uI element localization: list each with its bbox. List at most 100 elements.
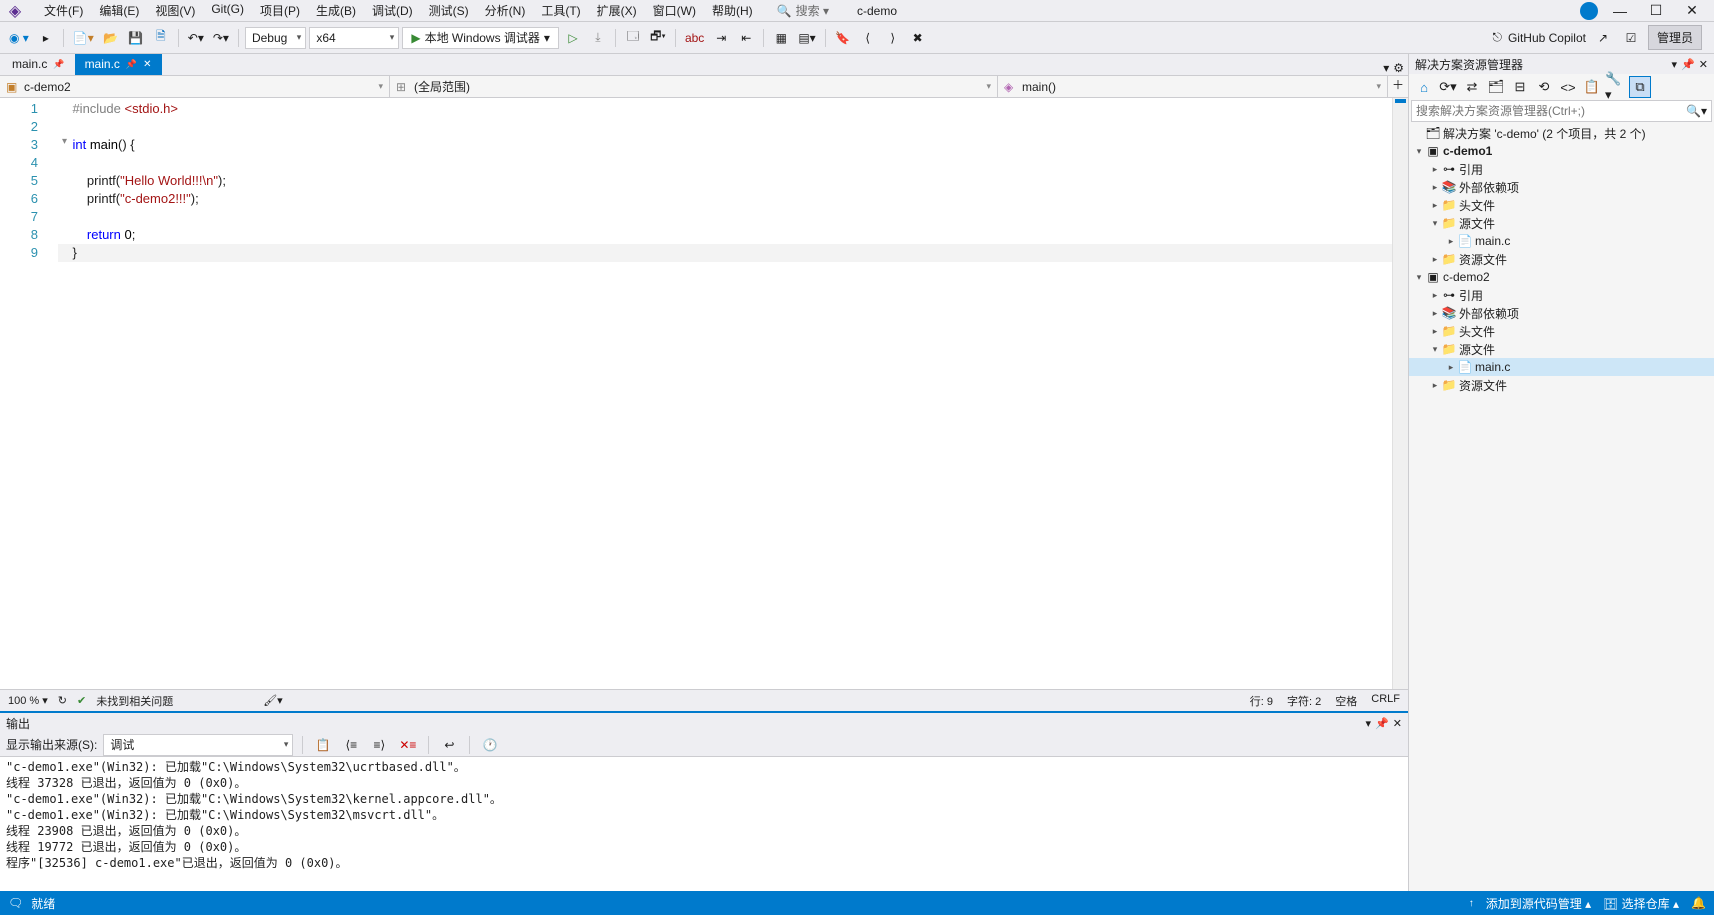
editor-tab[interactable]: main.c📌 — [2, 54, 75, 75]
output-content[interactable]: "c-demo1.exe"(Win32): 已加载"C:\Windows\Sys… — [0, 757, 1408, 891]
sidebar-menu-icon[interactable]: ▾ — [1672, 58, 1678, 71]
nav-plus-icon[interactable]: ＋ — [1388, 76, 1408, 97]
output-find-icon[interactable]: 📋 — [312, 734, 334, 756]
refresh-icon[interactable]: ↻ — [58, 694, 67, 707]
props-tree-icon[interactable]: 📋 — [1581, 76, 1603, 98]
menu-item[interactable]: 项目(P) — [252, 0, 308, 21]
save-button[interactable]: 💾 — [125, 27, 147, 49]
editor-tab[interactable]: main.c📌✕ — [75, 54, 162, 75]
menu-item[interactable]: 编辑(E) — [91, 0, 147, 21]
show-all-icon[interactable]: 🗂 — [1485, 76, 1507, 98]
output-clear-icon[interactable]: ✕≡ — [396, 734, 419, 756]
sidebar-pin-icon[interactable]: 📌 — [1681, 58, 1695, 71]
add-scm-button[interactable]: 添加到源代码管理 ▴ — [1486, 895, 1591, 912]
menu-item[interactable]: Git(G) — [203, 0, 252, 21]
col-indicator[interactable]: 字符: 2 — [1287, 693, 1321, 709]
sync-icon[interactable]: ⟳▾ — [1437, 76, 1459, 98]
notifications-icon[interactable]: 🔔 — [1691, 896, 1706, 910]
close-tab-icon[interactable]: ✕ — [143, 59, 151, 70]
select-repo-button[interactable]: 🗄 选择仓库 ▴ — [1603, 895, 1679, 912]
menu-item[interactable]: 扩展(X) — [589, 0, 645, 21]
output-next-icon[interactable]: ≡⟩ — [368, 734, 390, 756]
tree-row[interactable]: ▸📚外部依赖项 — [1409, 304, 1714, 322]
comment-button[interactable]: abc — [682, 27, 707, 49]
code-editor[interactable]: 123456789 ▾ #include <stdio.h> int main(… — [0, 98, 1408, 689]
props-icon[interactable]: ▤▾ — [795, 27, 818, 49]
copilot-label[interactable]: GitHub Copilot — [1508, 31, 1586, 45]
output-wrap-icon[interactable]: ↩ — [438, 734, 460, 756]
preview-icon[interactable]: ⧉ — [1629, 76, 1651, 98]
menu-item[interactable]: 工具(T) — [533, 0, 588, 21]
fold-icon[interactable]: ▾ — [62, 136, 67, 147]
eol-indicator[interactable]: CRLF — [1371, 693, 1400, 709]
sidebar-search[interactable]: 🔍▾ — [1411, 100, 1712, 122]
pin-icon[interactable]: 📌 — [1375, 717, 1389, 730]
avatar-icon[interactable] — [1580, 2, 1598, 20]
bookmark-icon[interactable]: 🔖 — [832, 27, 854, 49]
step-into-button[interactable]: ⤓ — [587, 27, 609, 49]
start-nodbg-button[interactable]: ▷ — [562, 27, 584, 49]
tree-row[interactable]: ▸⊶引用 — [1409, 286, 1714, 304]
issues-label[interactable]: 未找到相关问题 — [96, 693, 173, 709]
tree-row[interactable]: ▾📁源文件 — [1409, 214, 1714, 232]
nav-member-combo[interactable]: ◈ main() — [998, 76, 1388, 97]
menu-item[interactable]: 测试(S) — [421, 0, 477, 21]
feedback-icon[interactable]: ☑ — [1620, 27, 1642, 49]
save-all-button[interactable]: 🗎 — [150, 27, 172, 49]
tree-row[interactable]: ▸📁头文件 — [1409, 196, 1714, 214]
pin-icon[interactable]: 📌 — [53, 59, 64, 70]
redo-button[interactable]: ↷▾ — [210, 27, 232, 49]
share-icon[interactable]: ↗ — [1592, 27, 1614, 49]
switch-view-icon[interactable]: ⇄ — [1461, 76, 1483, 98]
sidebar-search-input[interactable] — [1416, 104, 1686, 118]
bookmark-next-icon[interactable]: ⟩ — [882, 27, 904, 49]
tree-row[interactable]: ▸📚外部依赖项 — [1409, 178, 1714, 196]
home-icon[interactable]: ⌂ — [1413, 76, 1435, 98]
open-file-button[interactable]: 📂 — [100, 27, 122, 49]
tree-row[interactable]: ▾▣c-demo2 — [1409, 268, 1714, 286]
close-button[interactable]: ✕ — [1678, 1, 1706, 21]
bookmark-clear-icon[interactable]: ✖ — [907, 27, 929, 49]
sidebar-search-icon[interactable]: 🔍▾ — [1686, 104, 1707, 118]
sidebar-close-icon[interactable]: ✕ — [1699, 58, 1708, 71]
pin-icon[interactable]: 📌 — [126, 59, 137, 70]
new-project-button[interactable]: 📄▾ — [70, 27, 97, 49]
tree-row[interactable]: ▾▣c-demo1 — [1409, 142, 1714, 160]
tool-b-icon[interactable]: 🗗▾ — [647, 27, 669, 49]
vertical-scrollbar[interactable] — [1392, 98, 1408, 689]
bookmark-prev-icon[interactable]: ⟨ — [857, 27, 879, 49]
refresh-tree-icon[interactable]: ⟲ — [1533, 76, 1555, 98]
wrench-icon[interactable]: 🔧▾ — [1605, 76, 1627, 98]
indent-button[interactable]: ⇥ — [710, 27, 732, 49]
tree-row[interactable]: ▸⊶引用 — [1409, 160, 1714, 178]
start-debug-button[interactable]: ▶本地 Windows 调试器 ▾ — [402, 27, 559, 49]
menu-item[interactable]: 帮助(H) — [704, 0, 761, 21]
brush-icon[interactable]: 🖌▾ — [263, 694, 283, 707]
undo-button[interactable]: ↶▾ — [185, 27, 207, 49]
tab-gear-icon[interactable]: ⚙ — [1393, 61, 1404, 75]
solution-tree[interactable]: 🗂解决方案 'c-demo' (2 个项目，共 2 个)▾▣c-demo1▸⊶引… — [1409, 122, 1714, 891]
code-icon[interactable]: <> — [1557, 76, 1579, 98]
tree-row[interactable]: ▸📁资源文件 — [1409, 250, 1714, 268]
menu-item[interactable]: 生成(B) — [308, 0, 364, 21]
tab-menu-icon[interactable]: ▾ — [1383, 61, 1389, 75]
tree-row[interactable]: ▾📁源文件 — [1409, 340, 1714, 358]
outdent-button[interactable]: ⇤ — [735, 27, 757, 49]
output-source-combo[interactable]: 调试 — [103, 734, 293, 756]
toolbox-icon[interactable]: ▦ — [770, 27, 792, 49]
tool-a-icon[interactable]: 🗔 — [622, 27, 644, 49]
menu-item[interactable]: 文件(F) — [36, 0, 91, 21]
tree-row[interactable]: ▸📁资源文件 — [1409, 376, 1714, 394]
config-combo[interactable]: Debug — [245, 27, 306, 49]
output-prev-icon[interactable]: ⟨≡ — [340, 734, 362, 756]
tree-row[interactable]: ▸📁头文件 — [1409, 322, 1714, 340]
ws-indicator[interactable]: 空格 — [1335, 693, 1357, 709]
navigate-fwd-button[interactable]: ▸ — [35, 27, 57, 49]
line-indicator[interactable]: 行: 9 — [1250, 693, 1273, 709]
tree-row[interactable]: 🗂解决方案 'c-demo' (2 个项目，共 2 个) — [1409, 124, 1714, 142]
global-search[interactable]: 🔍 搜索 ▾ — [777, 2, 829, 19]
menu-item[interactable]: 窗口(W) — [645, 0, 704, 21]
menu-item[interactable]: 分析(N) — [477, 0, 534, 21]
tree-row[interactable]: ▸📄main.c — [1409, 358, 1714, 376]
output-time-icon[interactable]: 🕐 — [479, 734, 501, 756]
